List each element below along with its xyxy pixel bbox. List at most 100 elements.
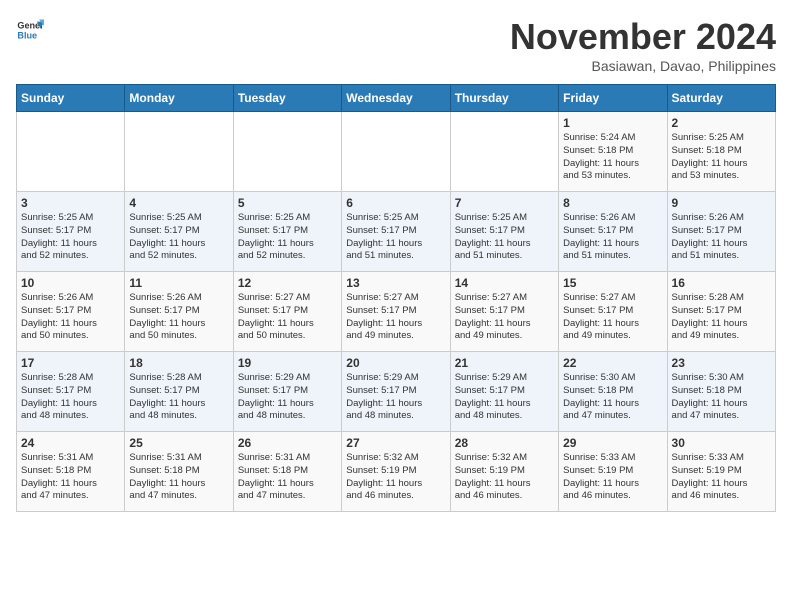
calendar-cell: 7 Sunrise: 5:25 AMSunset: 5:17 PMDaylight… — [450, 192, 558, 272]
day-info: Sunrise: 5:24 AMSunset: 5:18 PMDaylight:… — [563, 132, 662, 183]
day-number: 17 — [21, 356, 120, 370]
weekday-header-cell: Tuesday — [233, 85, 341, 112]
calendar-subtitle: Basiawan, Davao, Philippines — [510, 58, 776, 74]
logo-icon: General Blue — [16, 16, 44, 44]
calendar-cell — [450, 112, 558, 192]
calendar-cell: 30 Sunrise: 5:33 AMSunset: 5:19 PMDayligh… — [667, 432, 775, 512]
day-number: 13 — [346, 276, 445, 290]
calendar-week-row: 1 Sunrise: 5:24 AMSunset: 5:18 PMDaylight… — [17, 112, 776, 192]
calendar-cell: 29Sunrise: 5:33 AMSunset: 5:19 PMDayligh… — [559, 432, 667, 512]
day-info: Sunrise: 5:27 AMSunset: 5:17 PMDaylight:… — [238, 292, 337, 343]
day-info: Sunrise: 5:27 AMSunset: 5:17 PMDaylight:… — [563, 292, 662, 343]
day-info: Sunrise: 5:26 AMSunset: 5:17 PMDaylight:… — [672, 212, 771, 263]
weekday-header-row: SundayMondayTuesdayWednesdayThursdayFrid… — [17, 85, 776, 112]
day-number: 30 — [672, 436, 771, 450]
calendar-week-row: 10 Sunrise: 5:26 AMSunset: 5:17 PMDayligh… — [17, 272, 776, 352]
day-info: Sunrise: 5:25 AMSunset: 5:17 PMDaylight:… — [455, 212, 554, 263]
day-number: 16 — [672, 276, 771, 290]
day-number: 21 — [455, 356, 554, 370]
weekday-header-cell: Wednesday — [342, 85, 450, 112]
day-number: 15 — [563, 276, 662, 290]
day-info: Sunrise: 5:25 AMSunset: 5:17 PMDaylight:… — [238, 212, 337, 263]
title-block: November 2024 Basiawan, Davao, Philippin… — [510, 16, 776, 74]
day-info: Sunrise: 5:31 AMSunset: 5:18 PMDaylight:… — [21, 452, 120, 503]
calendar-week-row: 3 Sunrise: 5:25 AMSunset: 5:17 PMDaylight… — [17, 192, 776, 272]
calendar-cell: 27 Sunrise: 5:32 AMSunset: 5:19 PMDayligh… — [342, 432, 450, 512]
calendar-body: 1 Sunrise: 5:24 AMSunset: 5:18 PMDaylight… — [17, 112, 776, 512]
calendar-cell: 16 Sunrise: 5:28 AMSunset: 5:17 PMDayligh… — [667, 272, 775, 352]
weekday-header-cell: Thursday — [450, 85, 558, 112]
calendar-cell: 8 Sunrise: 5:26 AMSunset: 5:17 PMDaylight… — [559, 192, 667, 272]
day-number: 1 — [563, 116, 662, 130]
calendar-cell: 19 Sunrise: 5:29 AMSunset: 5:17 PMDayligh… — [233, 352, 341, 432]
day-number: 6 — [346, 196, 445, 210]
calendar-cell: 4 Sunrise: 5:25 AMSunset: 5:17 PMDaylight… — [125, 192, 233, 272]
calendar-cell: 11 Sunrise: 5:26 AMSunset: 5:17 PMDayligh… — [125, 272, 233, 352]
calendar-cell: 26Sunrise: 5:31 AMSunset: 5:18 PMDayligh… — [233, 432, 341, 512]
day-number: 28 — [455, 436, 554, 450]
calendar-cell — [125, 112, 233, 192]
calendar-cell: 3 Sunrise: 5:25 AMSunset: 5:17 PMDaylight… — [17, 192, 125, 272]
calendar-cell: 5 Sunrise: 5:25 AMSunset: 5:17 PMDaylight… — [233, 192, 341, 272]
day-info: Sunrise: 5:26 AMSunset: 5:17 PMDaylight:… — [129, 292, 228, 343]
day-info: Sunrise: 5:26 AMSunset: 5:17 PMDaylight:… — [21, 292, 120, 343]
logo: General Blue — [16, 16, 44, 44]
day-number: 22 — [563, 356, 662, 370]
day-info: Sunrise: 5:25 AMSunset: 5:17 PMDaylight:… — [21, 212, 120, 263]
day-number: 3 — [21, 196, 120, 210]
day-info: Sunrise: 5:27 AMSunset: 5:17 PMDaylight:… — [455, 292, 554, 343]
day-number: 23 — [672, 356, 771, 370]
day-info: Sunrise: 5:28 AMSunset: 5:17 PMDaylight:… — [129, 372, 228, 423]
calendar-cell: 13 Sunrise: 5:27 AMSunset: 5:17 PMDayligh… — [342, 272, 450, 352]
day-info: Sunrise: 5:33 AMSunset: 5:19 PMDaylight:… — [672, 452, 771, 503]
calendar-cell: 24Sunrise: 5:31 AMSunset: 5:18 PMDayligh… — [17, 432, 125, 512]
calendar-cell: 18 Sunrise: 5:28 AMSunset: 5:17 PMDayligh… — [125, 352, 233, 432]
calendar-cell: 17 Sunrise: 5:28 AMSunset: 5:17 PMDayligh… — [17, 352, 125, 432]
day-number: 12 — [238, 276, 337, 290]
day-info: Sunrise: 5:28 AMSunset: 5:17 PMDaylight:… — [672, 292, 771, 343]
calendar-cell: 9 Sunrise: 5:26 AMSunset: 5:17 PMDaylight… — [667, 192, 775, 272]
day-number: 10 — [21, 276, 120, 290]
day-info: Sunrise: 5:27 AMSunset: 5:17 PMDaylight:… — [346, 292, 445, 343]
day-info: Sunrise: 5:29 AMSunset: 5:17 PMDaylight:… — [346, 372, 445, 423]
header: General Blue November 2024 Basiawan, Dav… — [16, 16, 776, 74]
day-number: 25 — [129, 436, 228, 450]
day-number: 20 — [346, 356, 445, 370]
calendar-cell: 22Sunrise: 5:30 AMSunset: 5:18 PMDayligh… — [559, 352, 667, 432]
day-info: Sunrise: 5:32 AMSunset: 5:19 PMDaylight:… — [346, 452, 445, 503]
day-info: Sunrise: 5:29 AMSunset: 5:17 PMDaylight:… — [238, 372, 337, 423]
calendar-cell: 2 Sunrise: 5:25 AMSunset: 5:18 PMDaylight… — [667, 112, 775, 192]
day-info: Sunrise: 5:30 AMSunset: 5:18 PMDaylight:… — [672, 372, 771, 423]
day-info: Sunrise: 5:25 AMSunset: 5:18 PMDaylight:… — [672, 132, 771, 183]
day-number: 11 — [129, 276, 228, 290]
day-info: Sunrise: 5:26 AMSunset: 5:17 PMDaylight:… — [563, 212, 662, 263]
day-number: 4 — [129, 196, 228, 210]
day-number: 8 — [563, 196, 662, 210]
day-number: 19 — [238, 356, 337, 370]
day-number: 5 — [238, 196, 337, 210]
calendar-cell: 15 Sunrise: 5:27 AMSunset: 5:17 PMDayligh… — [559, 272, 667, 352]
day-info: Sunrise: 5:31 AMSunset: 5:18 PMDaylight:… — [129, 452, 228, 503]
weekday-header-cell: Saturday — [667, 85, 775, 112]
weekday-header-cell: Friday — [559, 85, 667, 112]
weekday-header-cell: Monday — [125, 85, 233, 112]
day-number: 9 — [672, 196, 771, 210]
day-info: Sunrise: 5:25 AMSunset: 5:17 PMDaylight:… — [129, 212, 228, 263]
day-number: 2 — [672, 116, 771, 130]
calendar-cell: 23 Sunrise: 5:30 AMSunset: 5:18 PMDayligh… — [667, 352, 775, 432]
day-info: Sunrise: 5:31 AMSunset: 5:18 PMDaylight:… — [238, 452, 337, 503]
calendar-title: November 2024 — [510, 16, 776, 58]
calendar-week-row: 24Sunrise: 5:31 AMSunset: 5:18 PMDayligh… — [17, 432, 776, 512]
day-number: 18 — [129, 356, 228, 370]
day-number: 7 — [455, 196, 554, 210]
weekday-header-cell: Sunday — [17, 85, 125, 112]
calendar-cell: 10 Sunrise: 5:26 AMSunset: 5:17 PMDayligh… — [17, 272, 125, 352]
day-number: 27 — [346, 436, 445, 450]
svg-text:Blue: Blue — [17, 30, 37, 40]
calendar-cell: 28 Sunrise: 5:32 AMSunset: 5:19 PMDayligh… — [450, 432, 558, 512]
day-number: 29 — [563, 436, 662, 450]
calendar-cell: 25 Sunrise: 5:31 AMSunset: 5:18 PMDayligh… — [125, 432, 233, 512]
calendar-cell — [342, 112, 450, 192]
day-info: Sunrise: 5:28 AMSunset: 5:17 PMDaylight:… — [21, 372, 120, 423]
day-info: Sunrise: 5:32 AMSunset: 5:19 PMDaylight:… — [455, 452, 554, 503]
